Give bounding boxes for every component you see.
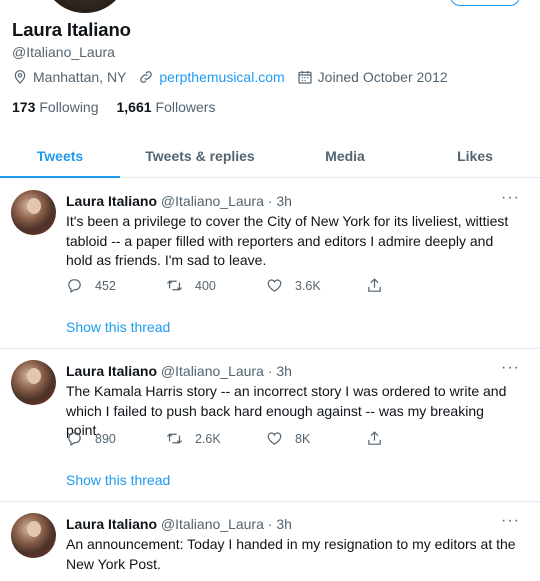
profile-meta: Manhattan, NY perpthemusical.com Joined … [12, 69, 460, 85]
retweet-button[interactable]: 2.6K [166, 430, 266, 447]
link-icon [140, 71, 153, 83]
share-button[interactable] [366, 277, 466, 294]
retweet-icon [166, 433, 183, 444]
tweet-actions: 890 2.6K 8K [66, 430, 466, 447]
tab-media[interactable]: Media [280, 134, 410, 177]
retweet-icon [166, 280, 183, 291]
share-icon [368, 431, 381, 445]
follow-button[interactable] [450, 0, 520, 6]
like-button[interactable]: 3.6K [266, 277, 366, 294]
tweet[interactable]: Laura Italiano @Italiano_Laura · 3h ··· … [0, 179, 540, 349]
heart-icon [267, 279, 282, 292]
location-pin-icon [14, 70, 26, 84]
tweet-author-name[interactable]: Laura Italiano [66, 516, 157, 532]
joined-text: Joined October 2012 [317, 69, 448, 85]
heart-icon [267, 432, 282, 445]
profile-name: Laura Italiano [12, 19, 131, 40]
joined-item: Joined October 2012 [297, 69, 448, 85]
retweet-count: 2.6K [195, 431, 221, 446]
location-item: Manhattan, NY [12, 69, 126, 85]
reply-count: 890 [95, 431, 116, 446]
like-count: 3.6K [295, 278, 321, 293]
tweet[interactable]: Laura Italiano @Italiano_Laura · 3h ··· … [0, 502, 540, 581]
follow-counts: 173 Following 1,661 Followers [12, 99, 233, 115]
followers-label: Followers [155, 99, 216, 115]
share-button[interactable] [366, 430, 466, 447]
reply-icon [68, 279, 81, 293]
following-link[interactable]: 173 Following [12, 99, 99, 115]
reply-button[interactable]: 890 [66, 430, 166, 447]
tweet-author-name[interactable]: Laura Italiano [66, 193, 157, 209]
reply-count: 452 [95, 278, 116, 293]
followers-link[interactable]: 1,661 Followers [117, 99, 216, 115]
like-button[interactable]: 8K [266, 430, 366, 447]
profile-header: Laura Italiano @Italiano_Laura [12, 18, 532, 61]
retweet-button[interactable]: 400 [166, 277, 266, 294]
tab-likes[interactable]: Likes [410, 134, 540, 177]
tweet-avatar[interactable] [11, 190, 56, 235]
profile-tabs: Tweets Tweets & replies Media Likes [0, 134, 540, 178]
retweet-count: 400 [195, 278, 216, 293]
tweet-text: It's been a privilege to cover the City … [66, 213, 509, 268]
profile-avatar[interactable] [40, 0, 130, 16]
tweet[interactable]: Laura Italiano @Italiano_Laura · 3h ··· … [0, 349, 540, 502]
show-thread-link[interactable]: Show this thread [66, 319, 170, 335]
share-icon [368, 278, 381, 292]
show-thread-link[interactable]: Show this thread [66, 472, 170, 488]
more-options-icon[interactable]: ··· [501, 189, 520, 207]
calendar-icon [298, 71, 312, 84]
location-text: Manhattan, NY [33, 69, 127, 85]
more-options-icon[interactable]: ··· [501, 512, 520, 530]
tweet-avatar[interactable] [11, 513, 56, 558]
website-item[interactable]: perpthemusical.com [138, 69, 285, 85]
reply-button[interactable]: 452 [66, 277, 166, 294]
tweet-avatar[interactable] [11, 360, 56, 405]
following-count: 173 [12, 99, 36, 115]
tweet-text: An announcement: Today I handed in my re… [66, 536, 516, 572]
more-options-icon[interactable]: ··· [501, 359, 520, 377]
tab-tweets-replies[interactable]: Tweets & replies [120, 134, 280, 177]
website-link[interactable]: perpthemusical.com [159, 69, 284, 85]
tab-tweets[interactable]: Tweets [0, 134, 120, 178]
like-count: 8K [295, 431, 311, 446]
reply-icon [68, 432, 81, 446]
tweet-header: Laura Italiano @Italiano_Laura · 3h [66, 192, 292, 210]
tweet-author-meta: @Italiano_Laura · 3h [160, 193, 292, 209]
tweet-actions: 452 400 3.6K [66, 277, 466, 294]
profile-handle: @Italiano_Laura [12, 44, 115, 60]
tweet-header: Laura Italiano @Italiano_Laura · 3h [66, 515, 292, 533]
tweet-author-name[interactable]: Laura Italiano [66, 363, 157, 379]
following-label: Following [39, 99, 99, 115]
tweet-author-meta: @Italiano_Laura · 3h [160, 516, 292, 532]
tweet-author-meta: @Italiano_Laura · 3h [160, 363, 292, 379]
tweet-header: Laura Italiano @Italiano_Laura · 3h [66, 362, 292, 380]
followers-count: 1,661 [116, 99, 152, 115]
